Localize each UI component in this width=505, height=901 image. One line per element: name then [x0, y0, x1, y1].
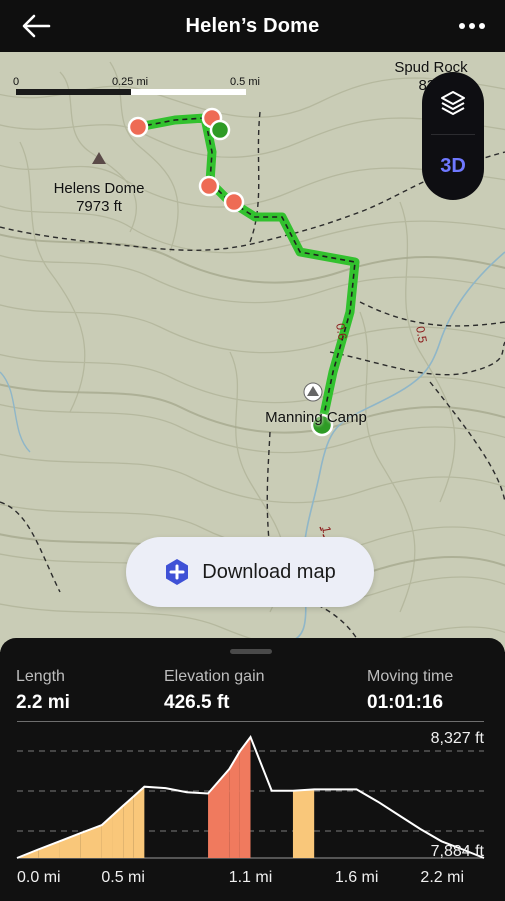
route-line[interactable]: [133, 113, 360, 429]
stats-sheet: Length 2.2 mi Elevation gain 426.5 ft Mo…: [0, 638, 505, 901]
scale-bar: 0 0.25 mi 0.5 mi: [13, 76, 260, 95]
layers-button[interactable]: [422, 72, 484, 134]
3d-toggle-button[interactable]: 3D: [422, 135, 484, 197]
campground-icon: [303, 382, 323, 402]
peak-label: Helens Dome 7973 ft: [44, 180, 154, 216]
grade-segment: [239, 737, 251, 858]
elevation-gain-label: Elevation gain: [164, 668, 265, 685]
campground-label: Manning Camp: [265, 409, 367, 426]
length-value: 2.2 mi: [16, 692, 70, 713]
route-trail-overlay: [137, 117, 356, 425]
length-stat: Length 2.2 mi: [16, 668, 70, 714]
peak-elevation: 7973 ft: [76, 198, 122, 215]
elevation-gain-value: 426.5 ft: [164, 692, 230, 713]
grade-segment: [38, 841, 60, 858]
top-bar: Helen’s Dome: [0, 0, 505, 52]
x-tick-label: 0.5 mi: [101, 869, 145, 886]
scale-label-0: 0: [13, 76, 19, 88]
route-point-marker[interactable]: [209, 119, 231, 141]
more-options-button[interactable]: [457, 12, 487, 40]
stream-west: [0, 371, 31, 453]
elevation-gain-stat: Elevation gain 426.5 ft: [164, 668, 265, 714]
x-tick-label: 0.0 mi: [17, 869, 61, 886]
mile-marker-05: 0.5: [413, 325, 430, 344]
grade-segment: [133, 786, 145, 858]
waypoint-marker[interactable]: [127, 116, 149, 138]
download-badge-icon: [166, 559, 189, 585]
page-title: Helen’s Dome: [185, 14, 320, 37]
mile-marker-06: 0.6: [333, 322, 350, 341]
layers-icon: [441, 91, 465, 115]
waypoint-marker[interactable]: [223, 191, 245, 213]
download-map-button[interactable]: Download map: [126, 537, 374, 607]
map-controls: 3D: [422, 72, 484, 200]
peak-icon: [92, 152, 106, 164]
more-horizontal-icon: [459, 23, 485, 29]
y-max-label: 8,327 ft: [431, 730, 485, 747]
x-tick-label: 1.6 mi: [335, 869, 379, 886]
moving-time-value: 01:01:16: [367, 692, 444, 713]
elevation-chart[interactable]: 8,327 ft 7,884 ft 0.0 mi 0.5 mi 1.1 mi 1.6 m…: [0, 721, 505, 901]
back-button[interactable]: [18, 8, 54, 44]
mile-marker-1: 1: [319, 525, 334, 534]
drag-handle[interactable]: [230, 649, 272, 654]
moving-time-label: Moving time: [367, 668, 454, 685]
arrow-left-icon: [22, 14, 51, 38]
x-tick-label: 2.2 mi: [420, 869, 464, 886]
scale-label-05: 0.5 mi: [230, 76, 260, 88]
peak-name: Helens Dome: [53, 180, 145, 197]
index-contours: [0, 233, 505, 584]
scale-label-025: 0.25 mi: [112, 76, 148, 88]
download-map-label: Download map: [202, 560, 336, 583]
grade-segment: [101, 815, 113, 858]
waypoint-marker[interactable]: [198, 175, 220, 197]
y-min-label: 7,884 ft: [431, 843, 485, 860]
x-tick-label: 1.1 mi: [229, 869, 273, 886]
moving-time-stat: Moving time 01:01:16: [367, 668, 453, 714]
grade-segment: [292, 789, 315, 858]
length-label: Length: [16, 668, 65, 685]
